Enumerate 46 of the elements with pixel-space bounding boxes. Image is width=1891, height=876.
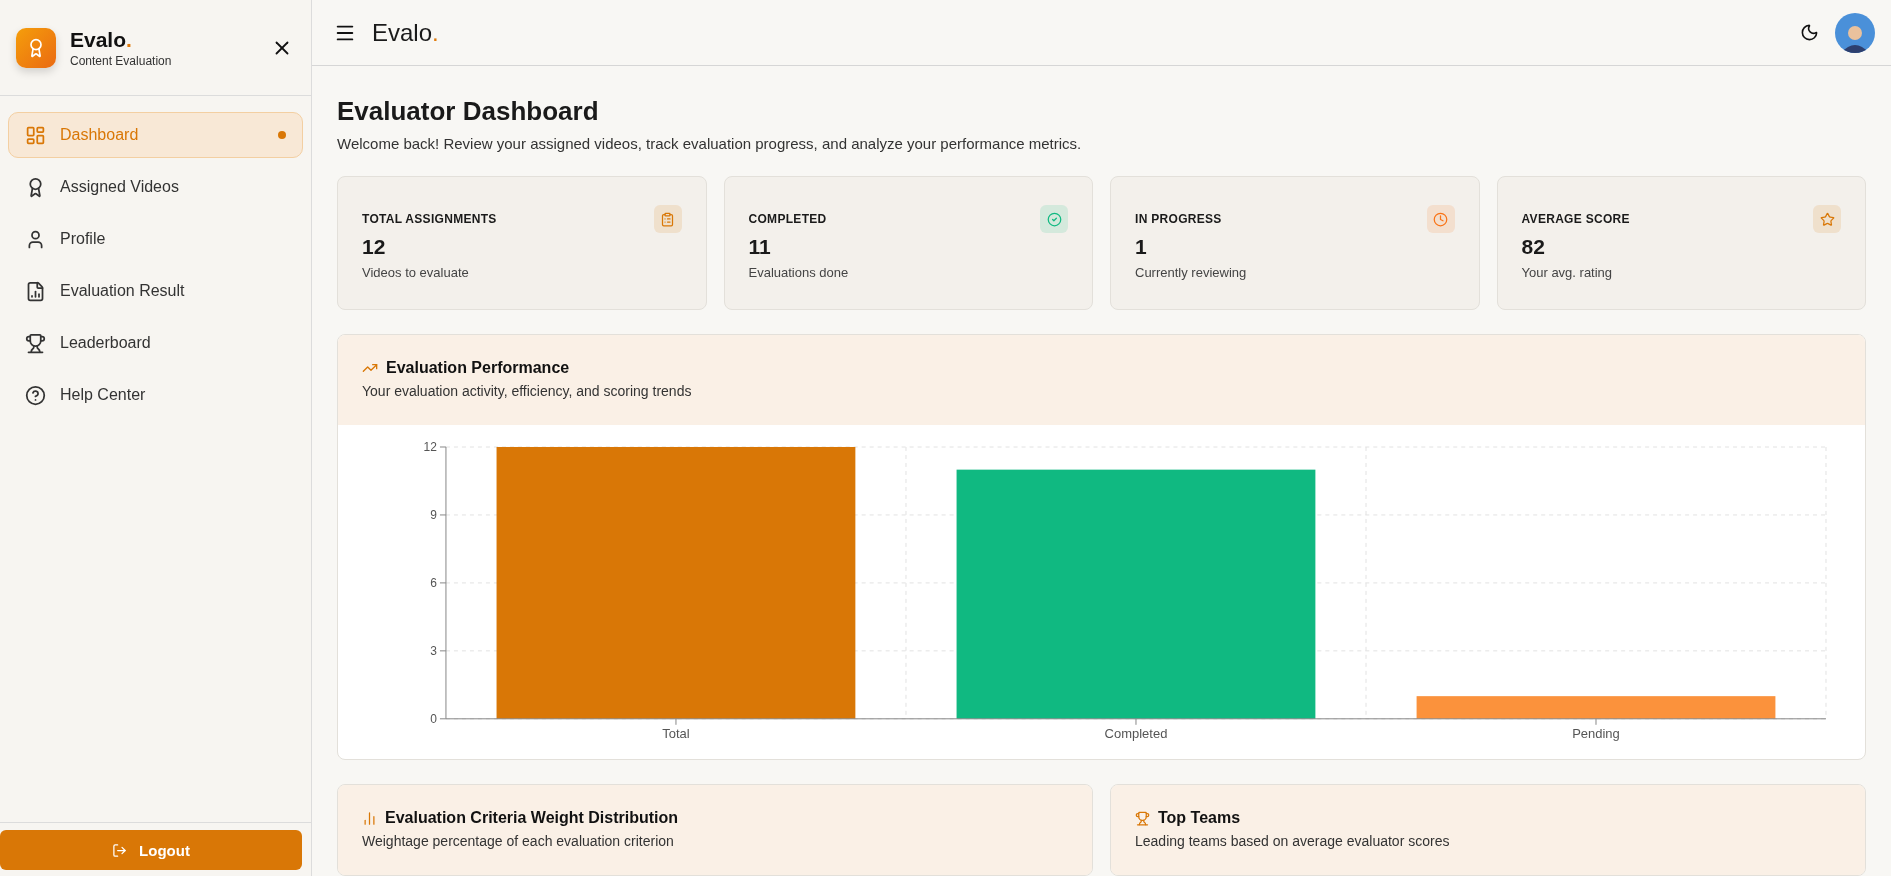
stat-label: COMPLETED — [748, 212, 827, 226]
stat-value: 11 — [748, 235, 772, 259]
avatar[interactable] — [1835, 12, 1875, 53]
nav-item[interactable]: Leaderboard — [8, 320, 303, 366]
stat-note: Currently reviewing — [1135, 265, 1248, 280]
card-title: Top Teams — [1158, 809, 1241, 827]
nav-item[interactable]: Help Center — [8, 372, 303, 418]
brand-name: Evalo. — [70, 27, 133, 52]
card-subtitle: Leading teams based on average evaluator scores — [1135, 833, 1451, 849]
logout-icon — [112, 842, 128, 858]
active-dot — [278, 131, 286, 139]
page-title: Evaluator Dashboard — [337, 96, 600, 127]
nav-icon — [25, 332, 46, 354]
y-tick-label: 9 — [430, 507, 437, 522]
stat-note: Evaluations done — [748, 265, 850, 280]
logo-icon — [16, 27, 56, 68]
card-title: Evaluation Criteria Weight Distribution — [385, 809, 679, 827]
nav-icon — [25, 124, 46, 146]
y-tick-label: 12 — [423, 440, 437, 454]
x-tick-label: Pending — [1572, 725, 1620, 741]
nav-item[interactable]: Assigned Videos — [8, 164, 303, 210]
stat-label: IN PROGRESS — [1135, 212, 1222, 226]
page-subtitle: Welcome back! Review your assigned videos, track evaluation progress, and analyze your performance metrics. — [337, 135, 1083, 152]
stat-label: TOTAL ASSIGNMENTS — [362, 212, 497, 226]
card-subtitle: Your evaluation activity, efficiency, and scoring trends — [362, 383, 693, 399]
stat-value: 1 — [1135, 235, 1148, 259]
card-subtitle: Weightage percentage of each evaluation criterion — [362, 833, 675, 849]
card-title: Evaluation Performance — [386, 359, 570, 377]
nav-item[interactable]: Evaluation Result — [8, 268, 303, 314]
stat-value: 12 — [362, 235, 387, 259]
stat-note: Your avg. rating — [1521, 265, 1614, 280]
stat-label: AVERAGE SCORE — [1521, 212, 1630, 226]
stat-value: 82 — [1521, 235, 1546, 259]
x-tick-label: Completed — [1104, 725, 1168, 741]
stat-note: Videos to evaluate — [362, 265, 470, 280]
brand-tagline: Content Evaluation — [70, 53, 173, 68]
bar-chart-icon — [362, 810, 377, 826]
trophy-icon — [1135, 810, 1150, 826]
nav-item[interactable]: Profile — [8, 216, 303, 262]
y-tick-label: 0 — [430, 711, 437, 726]
nav-icon — [25, 384, 46, 406]
x-tick-label: Total — [662, 725, 690, 741]
y-tick-label: 6 — [430, 575, 437, 590]
y-tick-label: 3 — [430, 643, 437, 658]
brand-name: Evalo. — [372, 18, 440, 47]
nav-icon — [25, 280, 46, 302]
